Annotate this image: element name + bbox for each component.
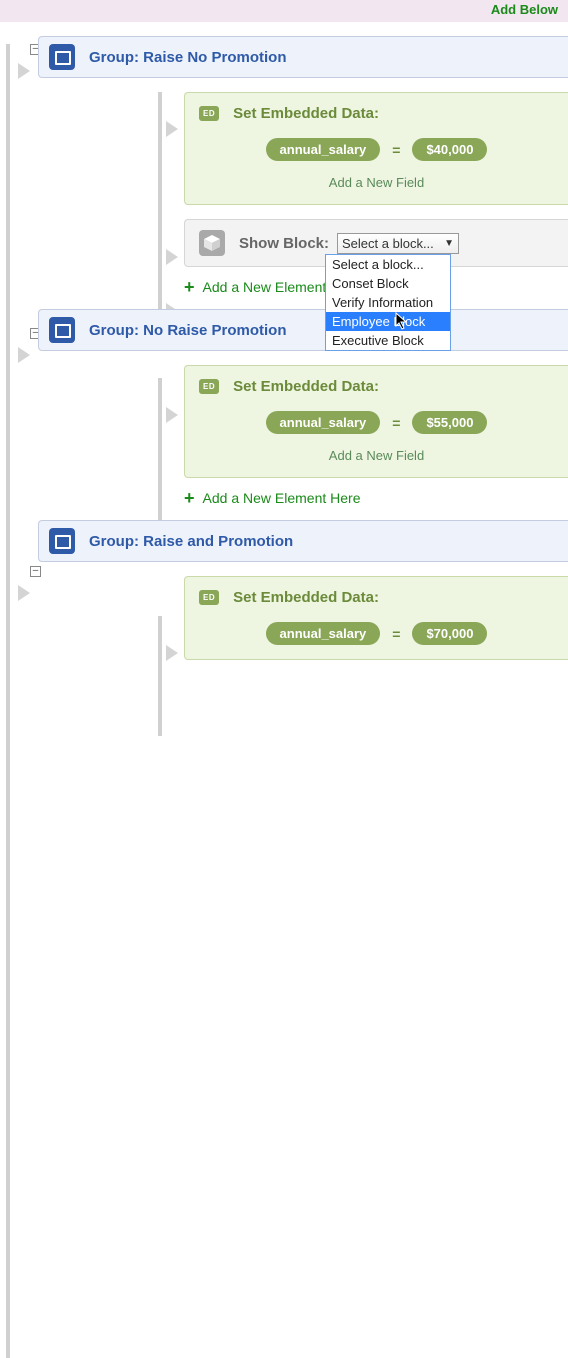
equals-sign: = (392, 415, 400, 431)
sub-rail (158, 616, 162, 736)
block-select[interactable]: Select a block... ▼ (337, 233, 459, 254)
dropdown-option[interactable]: Executive Block (326, 331, 450, 350)
ed-row: annual_salary = $70,000 (199, 622, 554, 645)
ed-title: Set Embedded Data: (233, 589, 379, 606)
ed-field-pill[interactable]: annual_salary (266, 411, 381, 434)
equals-sign: = (392, 626, 400, 642)
sub-rail (158, 92, 162, 322)
ed-value-pill[interactable]: $40,000 (412, 138, 487, 161)
add-below-bar[interactable]: Add Below (0, 0, 568, 22)
ed-field-pill[interactable]: annual_salary (266, 622, 381, 645)
group-icon (49, 528, 75, 554)
ed-row: annual_salary = $55,000 (199, 411, 554, 434)
embedded-data-card[interactable]: ED Set Embedded Data: annual_salary = $5… (184, 365, 568, 478)
group-header[interactable]: Group: Raise and Promotion (38, 520, 568, 562)
group-title: Group: Raise No Promotion (89, 49, 287, 66)
group-icon (49, 44, 75, 70)
chevron-down-icon: ▼ (444, 238, 454, 249)
ed-title: Set Embedded Data: (233, 378, 379, 395)
add-field-link[interactable]: Add a New Field (199, 175, 554, 190)
dropdown-option[interactable]: Conset Block (326, 274, 450, 293)
embedded-data-card[interactable]: ED Set Embedded Data: annual_salary = $7… (184, 576, 568, 660)
ed-badge-icon: ED (199, 590, 219, 605)
add-below-label: Add Below (491, 2, 558, 17)
dropdown-option[interactable]: Employee Block (326, 312, 450, 331)
plus-icon: + (184, 280, 195, 294)
ed-badge-icon: ED (199, 106, 219, 121)
dropdown-option[interactable]: Verify Information (326, 293, 450, 312)
ed-value-pill[interactable]: $70,000 (412, 622, 487, 645)
ed-head: ED Set Embedded Data: (199, 378, 554, 395)
embedded-data-card[interactable]: ED Set Embedded Data: annual_salary = $4… (184, 92, 568, 205)
group-icon (49, 317, 75, 343)
group-title: Group: Raise and Promotion (89, 533, 293, 550)
group-arrow-icon (10, 342, 36, 368)
dropdown-option[interactable]: Select a block... (326, 255, 450, 274)
collapse-toggle[interactable]: – (30, 566, 41, 577)
add-element-link[interactable]: + Add a New Element Here (184, 484, 568, 512)
ed-head: ED Set Embedded Data: (199, 105, 554, 122)
block-dropdown: Select a block... Conset Block Verify In… (325, 254, 451, 351)
group-arrow-icon (10, 58, 36, 84)
main-rail (6, 44, 10, 1358)
group-header[interactable]: Group: Raise No Promotion (38, 36, 568, 78)
cube-icon (199, 230, 225, 256)
ed-row: annual_salary = $40,000 (199, 138, 554, 161)
group-arrow-icon (10, 580, 36, 606)
mouse-cursor-icon (395, 312, 409, 330)
ed-value-pill[interactable]: $55,000 (412, 411, 487, 434)
ed-head: ED Set Embedded Data: (199, 589, 554, 606)
select-value: Select a block... (342, 236, 434, 251)
group-title: Group: No Raise Promotion (89, 322, 287, 339)
equals-sign: = (392, 142, 400, 158)
flow-canvas: – Group: Raise No Promotion ED Set Embed… (0, 22, 568, 660)
ed-badge-icon: ED (199, 379, 219, 394)
ed-title: Set Embedded Data: (233, 105, 379, 122)
group-header[interactable]: Group: No Raise Promotion (38, 309, 568, 351)
ed-field-pill[interactable]: annual_salary (266, 138, 381, 161)
show-block-card[interactable]: Show Block: Select a block... ▼ Select a… (184, 219, 568, 267)
add-field-link[interactable]: Add a New Field (199, 448, 554, 463)
show-block-label: Show Block: (239, 235, 329, 252)
add-element-label: Add a New Element Here (203, 490, 361, 506)
plus-icon: + (184, 491, 195, 505)
